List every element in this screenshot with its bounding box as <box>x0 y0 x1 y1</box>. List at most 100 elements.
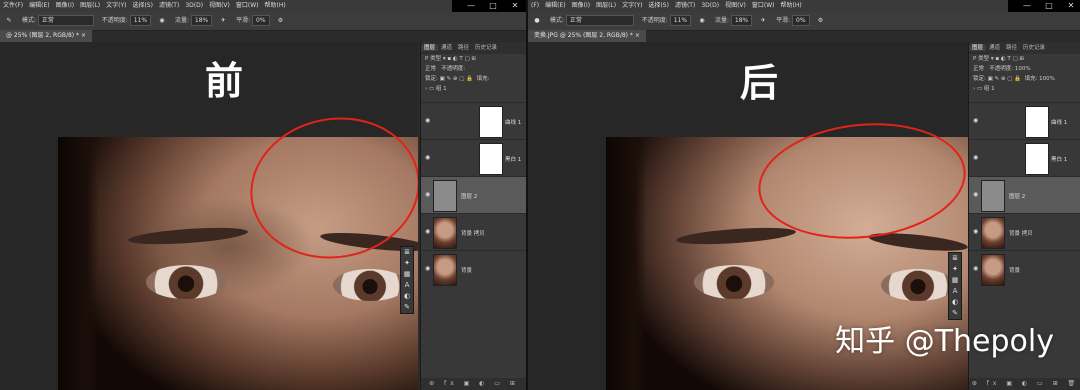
layer-row[interactable]: ◉ 黑白 1 <box>969 139 1080 176</box>
visibility-eye-icon[interactable]: ◉ <box>425 265 430 272</box>
layer-row-selected[interactable]: ◉ 图层 2 <box>969 176 1080 213</box>
pressure-opacity-icon[interactable]: ◉ <box>697 12 707 30</box>
layer-row[interactable]: ◉ 曲线 1 <box>421 102 526 139</box>
group-row[interactable]: › ▭ 组 1 <box>421 84 526 94</box>
layer-row-selected[interactable]: ◉ 图层 2 <box>421 176 526 213</box>
panel-footer-icons[interactable]: ⊛ fx ▣ ◐ ▭ ⊞ 🗑 <box>429 380 519 390</box>
opacity-field[interactable]: 11% <box>129 15 152 26</box>
menu-file[interactable]: 文件(F) <box>0 0 26 12</box>
blend-mode-select[interactable]: 正常 <box>425 66 436 72</box>
blend-mode-select[interactable]: 正常 <box>973 66 984 72</box>
menu-help[interactable]: 帮助(H) <box>778 0 805 12</box>
mode-select[interactable]: 正常 <box>37 15 94 26</box>
type-icon[interactable]: A <box>401 280 413 291</box>
layer-filter[interactable]: P 类型 ▾ ▪ ◐ T ▢ ⊞ <box>969 54 1080 64</box>
visibility-eye-icon[interactable]: ◉ <box>973 117 978 124</box>
group-row[interactable]: › ▭ 组 1 <box>969 84 1080 94</box>
smoothing-field[interactable]: 0% <box>252 15 270 26</box>
tab-paths[interactable]: 路径 <box>1003 45 1020 51</box>
adjust-icon[interactable]: ≣ <box>401 247 413 258</box>
minimize-icon[interactable]: — <box>1016 0 1038 12</box>
grid-icon[interactable]: ▦ <box>949 275 961 286</box>
eyedropper-icon[interactable]: ✦ <box>401 258 413 269</box>
menu-edit[interactable]: 编辑(E) <box>26 0 52 12</box>
flow-field[interactable]: 18% <box>190 15 213 26</box>
menu-layer[interactable]: 图层(L) <box>593 0 619 12</box>
adjust-icon[interactable]: ≣ <box>949 253 961 264</box>
eyedropper-icon[interactable]: ✦ <box>949 264 961 275</box>
layer-row[interactable]: ◉ 背景 拷贝 <box>969 213 1080 250</box>
panel-footer-icons[interactable]: ⊛ fx ▣ ◐ ▭ ⊞ 🗑 <box>972 380 1079 387</box>
menu-filter[interactable]: 滤镜(T) <box>156 0 182 12</box>
airbrush-icon[interactable]: ✈ <box>758 12 768 30</box>
airbrush-icon[interactable]: ✈ <box>218 12 228 30</box>
layer-thumb <box>433 254 457 286</box>
visibility-eye-icon[interactable]: ◉ <box>973 228 978 235</box>
visibility-eye-icon[interactable]: ◉ <box>425 117 430 124</box>
menu-image[interactable]: 图像(I) <box>53 0 77 12</box>
menu-help[interactable]: 帮助(H) <box>262 0 289 12</box>
visibility-eye-icon[interactable]: ◉ <box>973 154 978 161</box>
menu-view[interactable]: 视图(V) <box>722 0 749 12</box>
grid-icon[interactable]: ▦ <box>401 269 413 280</box>
smoothing-field[interactable]: 0% <box>792 15 810 26</box>
mode-label: 模式: <box>21 17 36 24</box>
gear-icon[interactable]: ⚙ <box>815 12 825 30</box>
menu-window[interactable]: 窗口(W) <box>749 0 778 12</box>
menu-select[interactable]: 选择(S) <box>645 0 672 12</box>
menu-type[interactable]: 文字(Y) <box>619 0 645 12</box>
menu-window[interactable]: 窗口(W) <box>233 0 262 12</box>
smoothing-label: 平滑: <box>236 17 251 24</box>
visibility-eye-icon[interactable]: ◉ <box>425 154 430 161</box>
visibility-eye-icon[interactable]: ◉ <box>973 265 978 272</box>
layer-row[interactable]: ◉ 黑白 1 <box>421 139 526 176</box>
menu-3d[interactable]: 3D(D) <box>182 0 206 12</box>
type-icon[interactable]: A <box>949 286 961 297</box>
layer-row[interactable]: ◉ 曲线 1 <box>969 102 1080 139</box>
brush-tool-icon[interactable]: ● <box>532 12 542 30</box>
menu-edit[interactable]: 编辑(E) <box>542 0 568 12</box>
left-eye <box>146 265 226 299</box>
menu-3d[interactable]: 3D(D) <box>698 0 722 12</box>
fill-field[interactable]: 100% <box>1039 76 1055 82</box>
menu-file[interactable]: (F) <box>528 0 542 12</box>
layer-opacity-field[interactable]: 100% <box>1015 66 1031 72</box>
visibility-eye-icon[interactable]: ◉ <box>973 191 978 198</box>
menu-layer[interactable]: 图层(L) <box>77 0 103 12</box>
menu-select[interactable]: 选择(S) <box>129 0 156 12</box>
style-icon[interactable]: ✎ <box>401 302 413 313</box>
close-icon[interactable]: ✕ <box>1060 0 1080 12</box>
tab-paths[interactable]: 路径 <box>455 45 472 51</box>
mode-select[interactable]: 正常 <box>565 15 634 26</box>
layer-row[interactable]: ◉ 背景 拷贝 <box>421 213 526 250</box>
tab-channels[interactable]: 通道 <box>438 45 455 51</box>
tab-channels[interactable]: 通道 <box>986 45 1003 51</box>
visibility-eye-icon[interactable]: ◉ <box>425 228 430 235</box>
menu-view[interactable]: 视图(V) <box>206 0 233 12</box>
tab-history[interactable]: 历史记录 <box>1020 45 1048 51</box>
gear-icon[interactable]: ⚙ <box>275 12 285 30</box>
document-tab[interactable]: 变换.JPG @ 25% (图层 2, RGB/8) * × <box>528 30 646 42</box>
color-icon[interactable]: ◐ <box>949 297 961 308</box>
tab-history[interactable]: 历史记录 <box>472 45 500 51</box>
flow-field[interactable]: 18% <box>730 15 753 26</box>
layer-filter[interactable]: P 类型 ▾ ▪ ◐ T ▢ ⊞ <box>421 54 526 64</box>
opacity-field[interactable]: 11% <box>669 15 692 26</box>
menu-filter[interactable]: 滤镜(T) <box>672 0 698 12</box>
maximize-icon[interactable]: □ <box>1038 0 1060 12</box>
pressure-opacity-icon[interactable]: ◉ <box>157 12 167 30</box>
menu-image[interactable]: 图像(I) <box>569 0 593 12</box>
maximize-icon[interactable]: □ <box>482 0 504 12</box>
layer-row[interactable]: ◉ 背景 <box>969 250 1080 287</box>
color-icon[interactable]: ◐ <box>401 291 413 302</box>
tab-layers[interactable]: 图层 <box>421 45 439 51</box>
canvas[interactable]: 前 <box>0 42 418 390</box>
minimize-icon[interactable]: — <box>460 0 482 12</box>
close-icon[interactable]: ✕ <box>504 0 526 12</box>
menu-type[interactable]: 文字(Y) <box>103 0 129 12</box>
document-tab[interactable]: @ 25% (图层 2, RGB/8) * × <box>0 30 92 42</box>
layer-row[interactable]: ◉ 背景 <box>421 250 526 287</box>
visibility-eye-icon[interactable]: ◉ <box>425 191 430 198</box>
brush-tool-icon[interactable]: ✎ <box>4 12 14 30</box>
tab-layers[interactable]: 图层 <box>969 45 987 51</box>
